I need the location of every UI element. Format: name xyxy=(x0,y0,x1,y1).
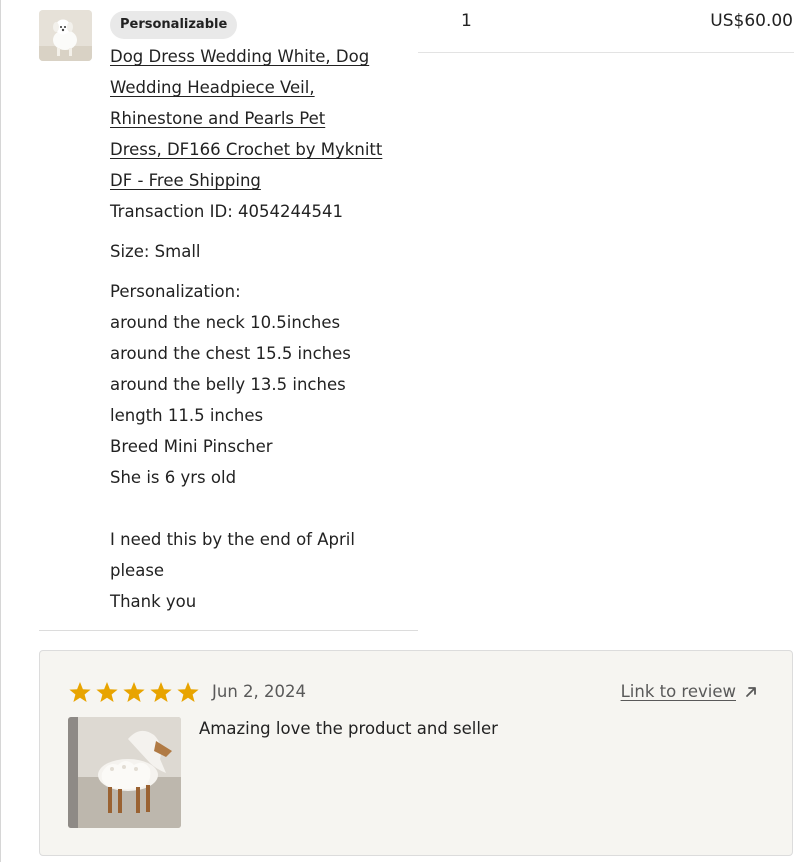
title-line: DF - Free Shipping xyxy=(110,171,261,190)
personalization-line: length 11.5 inches xyxy=(110,406,264,425)
personalization-block: Personalization: around the neck 10.5inc… xyxy=(110,276,410,617)
star-icon xyxy=(123,682,145,702)
link-to-review[interactable]: Link to review xyxy=(621,682,758,701)
star-icon xyxy=(177,682,199,702)
title-line: Dress, DF166 Crochet by Myknitt xyxy=(110,140,383,159)
star-rating xyxy=(68,681,200,704)
personalization-line: please xyxy=(110,561,165,580)
personalization-line: She is 6 yrs old xyxy=(110,468,237,487)
personalizable-badge: Personalizable xyxy=(110,11,238,39)
star-icon xyxy=(150,682,172,702)
title-line: Dog Dress Wedding White, Dog xyxy=(110,47,370,66)
review-card: Jun 2, 2024 Link to review Amazing love … xyxy=(39,650,793,856)
header-divider xyxy=(418,52,794,53)
personalization-line: Thank you xyxy=(110,592,197,611)
title-line: Rhinestone and Pearls Pet xyxy=(110,109,326,128)
review-text: Amazing love the product and seller xyxy=(199,719,498,738)
personalization-line xyxy=(110,493,410,524)
item-divider xyxy=(39,630,418,631)
quantity: 1 xyxy=(461,11,472,31)
price: US$60.00 xyxy=(710,11,793,31)
review-photo[interactable] xyxy=(68,717,181,828)
personalization-line: around the belly 13.5 inches xyxy=(110,375,346,394)
product-title-link[interactable]: Dog Dress Wedding White, Dog Wedding Hea… xyxy=(110,41,410,196)
dog-dress-photo-icon xyxy=(39,10,92,61)
size-value: Size: Small xyxy=(110,242,201,261)
personalization-line: around the chest 15.5 inches xyxy=(110,344,351,363)
personalization-label: Personalization: xyxy=(110,282,241,301)
product-thumbnail[interactable] xyxy=(39,10,92,61)
external-arrow-icon xyxy=(746,686,756,697)
item-details: Dog Dress Wedding White, Dog Wedding Hea… xyxy=(110,41,410,617)
star-icon xyxy=(69,682,91,702)
title-line: Wedding Headpiece Veil, xyxy=(110,78,315,97)
transaction-id: Transaction ID: 4054244541 xyxy=(110,202,343,221)
personalization-line: around the neck 10.5inches xyxy=(110,313,341,332)
left-border xyxy=(0,0,1,862)
personalization-line: I need this by the end of April xyxy=(110,530,355,549)
review-date: Jun 2, 2024 xyxy=(212,682,307,701)
personalization-line: Breed Mini Pinscher xyxy=(110,437,273,456)
dog-in-dress-photo-icon xyxy=(68,717,181,828)
star-icon xyxy=(96,682,118,702)
link-to-review-label: Link to review xyxy=(620,682,736,701)
